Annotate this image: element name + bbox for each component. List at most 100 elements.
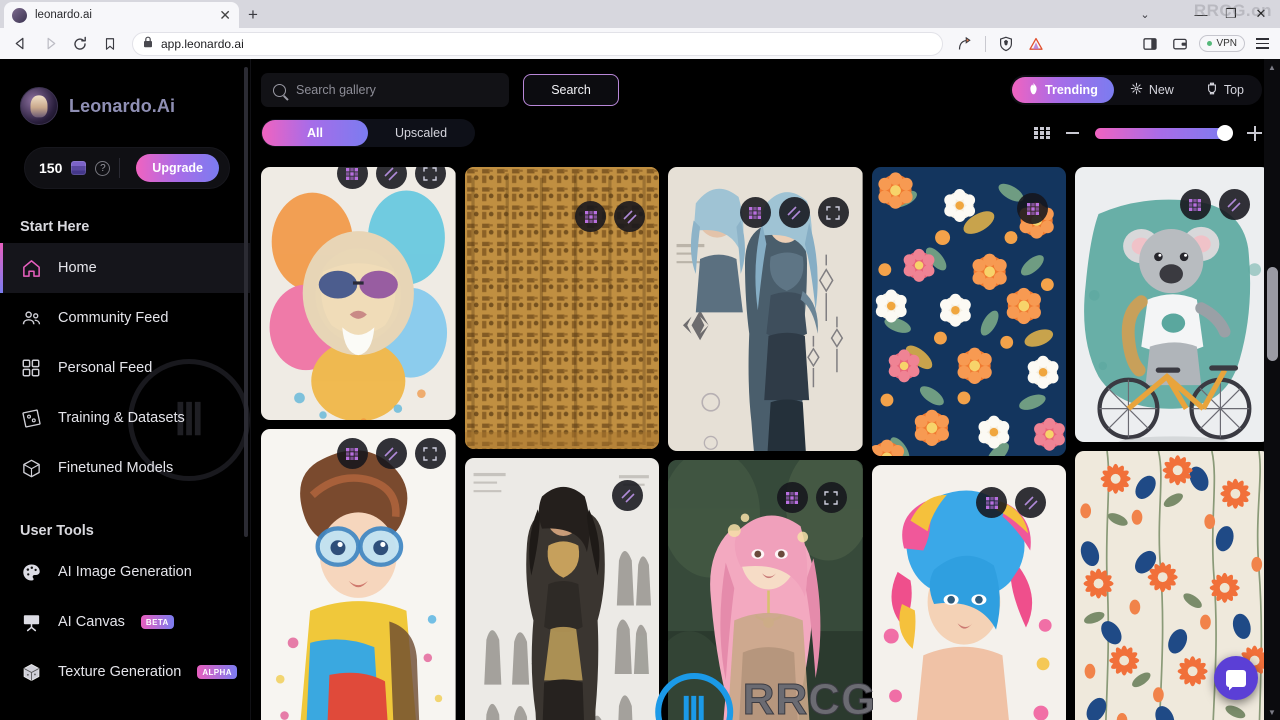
sidebar-scrollbar[interactable] [244,67,248,537]
remix-icon[interactable] [336,167,368,189]
browser-tab-leonardo[interactable]: leonardo.ai ✕ [4,2,239,28]
remix-icon[interactable] [336,438,368,469]
card-action-icons [976,487,1047,518]
scrollbar-thumb[interactable] [1267,267,1278,361]
bookmark-icon[interactable] [96,31,124,57]
fullscreen-icon[interactable] [817,197,849,228]
tab-top[interactable]: Top [1190,77,1260,103]
filter-tab-group: All Upscaled [261,119,475,147]
upgrade-button[interactable]: Upgrade [136,154,219,182]
variations-icon[interactable] [375,167,407,189]
minimize-button[interactable]: — [1186,0,1216,28]
reload-icon[interactable] [66,31,94,57]
status-badge: BETA [140,615,174,629]
fullscreen-icon[interactable] [414,438,446,469]
variations-icon[interactable] [614,201,646,232]
gallery-card-colorful-watercolor-lion[interactable] [261,167,456,420]
sidebar-item-label: Training & Datasets [58,410,185,426]
variations-icon[interactable] [1015,487,1047,518]
search-field-wrapper[interactable] [261,73,509,107]
credit-amount: 150 [39,160,63,176]
artwork-girl-blue-glasses [261,429,456,720]
remix-icon[interactable] [976,487,1008,518]
new-tab-button[interactable]: + [239,2,267,28]
image-gallery: IVVI [251,167,1280,720]
sidebar-item-community-feed[interactable]: Community Feed [0,293,250,343]
card-action-icons [1017,193,1049,224]
zoom-slider-knob[interactable] [1217,125,1233,141]
gallery-card-koala-riding-bicycle[interactable] [1075,167,1270,442]
search-input[interactable] [296,83,497,97]
address-bar[interactable]: app.leonardo.ai [132,31,944,56]
community-icon [20,307,42,329]
gallery-card-egyptian-hieroglyph-wall[interactable] [464,167,660,449]
page-viewport: Leonardo.Ai 150 ? Upgrade Start Here Hom… [0,59,1280,720]
variations-icon[interactable] [1218,189,1250,220]
question-mark-icon[interactable]: ? [95,160,111,176]
zoom-slider[interactable] [1095,125,1233,141]
gallery-card-blue-haired-female-warrior[interactable] [668,167,863,451]
credits-panel: 150 ? Upgrade [24,147,230,189]
sidebar-item-finetuned-models[interactable]: Finetuned Models [0,443,250,493]
sidebar-toggle-icon[interactable] [1136,31,1164,57]
gallery-card-girl-with-blue-glasses[interactable] [261,429,456,720]
gallery-card-orange-floral-pattern-navy[interactable] [871,167,1067,456]
sidebar-item-ai-canvas[interactable]: AI Canvas BETA [0,597,250,647]
filter-all[interactable]: All [262,120,368,146]
palette-icon [20,561,42,583]
app-sidebar: Leonardo.Ai 150 ? Upgrade Start Here Hom… [0,59,250,720]
tab-title: leonardo.ai [35,9,92,21]
variations-icon[interactable] [375,438,407,469]
share-icon[interactable] [951,31,979,57]
search-button[interactable]: Search [523,74,619,106]
training-icon [20,407,42,429]
brave-rewards-icon[interactable] [1022,31,1050,57]
gallery-column [668,167,863,720]
forward-icon[interactable] [36,31,64,57]
sidebar-item-personal-feed[interactable]: Personal Feed [0,343,250,393]
brand-name-suffix: Ai [156,95,176,116]
sidebar-item-texture-generation[interactable]: Texture Generation ALPHA [0,647,250,697]
browser-menu-icon[interactable] [1250,32,1274,56]
sidebar-item-home[interactable]: Home [0,243,250,293]
scroll-up-arrow[interactable]: ▲ [1264,59,1280,75]
remix-icon[interactable] [1017,193,1049,224]
fullscreen-icon[interactable] [815,482,847,513]
main-scrollbar[interactable]: ▲ ▼ [1264,59,1280,720]
zoom-in-button[interactable] [1247,125,1262,141]
zoom-out-button[interactable] [1066,132,1079,134]
brave-shield-icon[interactable] [992,31,1020,57]
filter-upscaled[interactable]: Upscaled [368,120,474,146]
app-logo[interactable]: Leonardo.Ai [0,87,250,125]
remix-icon[interactable] [1179,189,1211,220]
variations-icon[interactable] [778,197,810,228]
sidebar-item-ai-image-generation[interactable]: AI Image Generation [0,547,250,597]
fullscreen-icon[interactable] [414,167,446,189]
vpn-button[interactable]: VPN [1199,35,1245,52]
back-icon[interactable] [6,31,34,57]
close-window-button[interactable]: ✕ [1246,0,1276,28]
chevron-down-icon[interactable]: ⌄ [1132,0,1158,28]
variations-icon[interactable] [612,480,644,511]
gallery-card-rainbow-hair-doll-portrait[interactable] [871,465,1067,720]
easel-icon [20,611,42,633]
tab-new[interactable]: New [1114,77,1190,103]
gallery-card-pink-haired-fantasy-girl[interactable] [668,460,863,720]
close-icon[interactable]: ✕ [219,8,231,22]
vpn-status-dot [1207,41,1213,46]
scroll-down-arrow[interactable]: ▼ [1264,704,1280,720]
card-action-icons [1179,189,1250,220]
remix-icon[interactable] [776,482,808,513]
remix-icon[interactable] [575,201,607,232]
maximize-button[interactable]: ❐ [1216,0,1246,28]
leonardo-favicon-icon [12,7,27,23]
remix-icon[interactable] [739,197,771,228]
flame-icon [1028,82,1039,98]
gallery-card-dark-haired-warrior-sheet[interactable]: IVVI [464,458,660,720]
sidebar-item-training-datasets[interactable]: Training & Datasets [0,393,250,443]
brave-wallet-icon[interactable] [1166,31,1194,57]
toolbar-row-search: Search Trending New [261,73,1262,107]
grid-density-icon[interactable] [1034,126,1050,140]
tab-trending[interactable]: Trending [1012,77,1114,103]
intercom-messenger-button[interactable] [1214,656,1258,700]
